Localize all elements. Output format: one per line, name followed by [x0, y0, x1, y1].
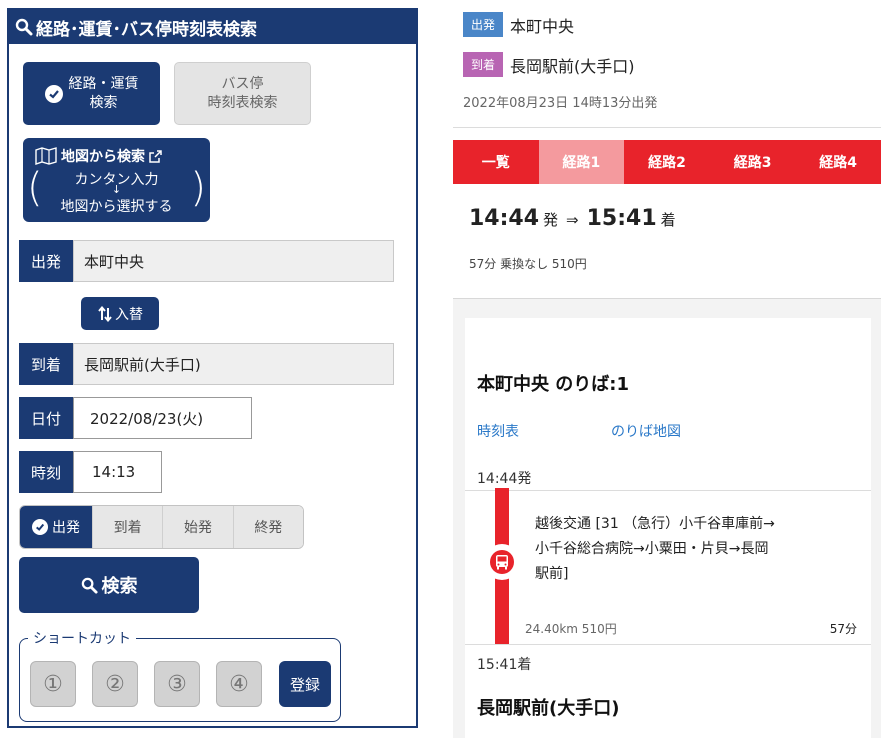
- time-mode-depart[interactable]: 出発: [20, 506, 92, 548]
- time-mode-depart-label: 出発: [52, 520, 80, 536]
- boarding-map-link[interactable]: のりば地図: [611, 421, 681, 441]
- route-description: 越後交通 [31 （急行）小千谷車庫前→ 小千谷総合病院→小粟田・片貝→長岡 駅…: [535, 512, 855, 587]
- date-label: 日付: [19, 397, 73, 439]
- route-time: 14:44 発 ⇒ 15:41 着: [469, 206, 684, 231]
- from-badge: 出発: [463, 12, 503, 37]
- route-detail-card: 本町中央 のりば:1 時刻表 のりば地図 14:44発 越後交通 [31 （急行…: [465, 318, 871, 738]
- to-input[interactable]: 長岡駅前(大手口): [73, 343, 394, 385]
- divider: [465, 490, 871, 491]
- right-arrow-icon: ⇒: [566, 211, 579, 229]
- to-label: 到着: [19, 343, 73, 385]
- tab-route-4[interactable]: 経路4: [795, 140, 881, 184]
- leg-arrive-time: 15:41着: [477, 657, 532, 673]
- shortcut-4-button[interactable]: ④: [216, 661, 262, 707]
- from-input[interactable]: 本町中央: [73, 240, 394, 282]
- depart-time: 14:44: [469, 206, 540, 231]
- bus-icon: [484, 544, 520, 580]
- route-fare-search-button[interactable]: 経路・運賃 検索: [23, 62, 160, 125]
- shortcut-group: ショートカット ① ② ③ ④ 登録: [19, 628, 341, 722]
- time-mode-arrive[interactable]: 到着: [92, 506, 163, 548]
- external-link-icon: [149, 149, 162, 163]
- search-panel: 経路･運賃･バス停時刻表検索 経路・運賃検索 バス停時刻表検索 地図から検索 (…: [7, 8, 418, 728]
- map-search-button[interactable]: 地図から検索 ( ) カンタン入力 ↓ 地図から選択する: [23, 138, 210, 222]
- map-icon: [35, 147, 57, 165]
- leg-depart-time: 14:44発: [477, 471, 532, 487]
- check-circle-icon: [32, 519, 48, 535]
- date-input[interactable]: 2022/08/23(火): [73, 397, 252, 439]
- shortcut-register-button[interactable]: 登録: [279, 661, 331, 707]
- panel-title: 経路･運賃･バス停時刻表検索: [36, 19, 257, 40]
- route-summary: 57分 乗換なし 510円: [469, 257, 587, 271]
- timetable-link[interactable]: 時刻表: [477, 421, 519, 441]
- route-result-panel: 出発 本町中央 到着 長岡駅前(大手口) 2022年08月23日 14時13分出…: [453, 0, 881, 738]
- to-station: 長岡駅前(大手口): [510, 57, 635, 76]
- arrive-suffix: 着: [660, 211, 676, 229]
- shortcut-2-button[interactable]: ②: [92, 661, 138, 707]
- time-mode-last[interactable]: 終発: [232, 506, 303, 548]
- shortcut-1-button[interactable]: ①: [30, 661, 76, 707]
- depart-suffix: 発: [543, 211, 559, 229]
- search-button[interactable]: 検索: [19, 557, 199, 613]
- route-tabs: 一覧 経路1 経路2 経路3 経路4: [453, 140, 881, 184]
- leg-duration: 57分: [829, 622, 857, 636]
- tab-route-3[interactable]: 経路3: [710, 140, 796, 184]
- arrive-time: 15:41: [586, 206, 657, 231]
- map-search-line2: 地図から選択する: [60, 199, 173, 215]
- time-input[interactable]: 14:13: [73, 451, 162, 493]
- departure-datetime: 2022年08月23日 14時13分出発: [463, 96, 658, 111]
- shortcut-3-button[interactable]: ③: [154, 661, 200, 707]
- route-fare-label-line1: 経路・運賃: [68, 75, 139, 92]
- tab-route-2[interactable]: 経路2: [624, 140, 710, 184]
- time-label: 時刻: [19, 451, 73, 493]
- arrival-stop-title: 長岡駅前(大手口): [477, 698, 620, 719]
- swap-label: 入替: [115, 306, 143, 323]
- route-line-2: 小千谷総合病院→小粟田・片貝→長岡: [535, 541, 769, 557]
- search-icon: [15, 18, 33, 36]
- tab-list[interactable]: 一覧: [453, 140, 539, 184]
- down-arrow-icon: ↓: [111, 183, 122, 196]
- search-icon: [81, 577, 98, 594]
- boarding-stop-title: 本町中央 のりば:1: [477, 374, 629, 395]
- swap-arrows-icon: [98, 305, 112, 322]
- timetable-label-line1: バス停: [221, 75, 264, 92]
- swap-button[interactable]: 入替: [81, 297, 159, 330]
- tab-route-1[interactable]: 経路1: [538, 140, 625, 184]
- bus-stop-timetable-button[interactable]: バス停 時刻表検索: [174, 62, 311, 125]
- route-line-1: 越後交通 [31 （急行）小千谷車庫前→: [535, 516, 775, 532]
- to-badge: 到着: [463, 52, 503, 77]
- divider: [465, 644, 871, 645]
- from-label: 出発: [19, 240, 73, 282]
- panel-header: 経路･運賃･バス停時刻表検索: [9, 10, 416, 44]
- route-line-3: 駅前]: [535, 566, 569, 582]
- from-station: 本町中央: [510, 17, 575, 36]
- time-mode-first[interactable]: 始発: [162, 506, 233, 548]
- time-mode-selector: 出発 到着 始発 終発: [19, 505, 304, 549]
- check-circle-icon: [44, 84, 63, 103]
- timetable-label-line2: 時刻表検索: [207, 94, 278, 111]
- map-search-title: 地図から検索: [61, 149, 145, 165]
- route-fare-label-line2: 検索: [89, 94, 118, 111]
- divider: [453, 127, 881, 128]
- distance-fare: 24.40km 510円: [525, 622, 617, 636]
- search-label: 検索: [101, 576, 138, 597]
- shortcut-title: ショートカット: [28, 628, 136, 648]
